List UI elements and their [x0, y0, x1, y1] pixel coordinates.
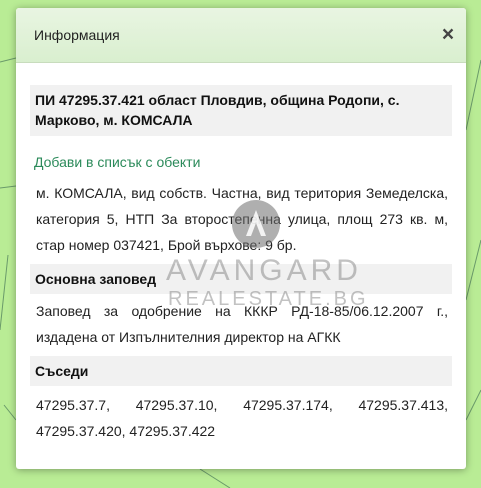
- parcel-heading: ПИ 47295.37.421 област Пловдив, община Р…: [30, 85, 452, 136]
- parcel-details: м. КОМСАЛА, вид собств. Частна, вид тери…: [36, 185, 448, 253]
- close-icon[interactable]: ×: [438, 24, 458, 46]
- order-heading: Основна заповед: [30, 264, 452, 294]
- dialog-title: Информация: [34, 27, 120, 43]
- neighbors-heading: Съседи: [30, 356, 452, 386]
- neighbors-list: 47295.37.7, 47295.37.10, 47295.37.174, 4…: [36, 397, 448, 439]
- info-dialog: Информация × ПИ 47295.37.421 област Плов…: [16, 8, 466, 469]
- add-to-list-link[interactable]: Добави в списък с обекти: [34, 154, 452, 170]
- dialog-header: Информация ×: [16, 8, 466, 63]
- dialog-body: ПИ 47295.37.421 област Пловдив, община Р…: [16, 63, 466, 444]
- order-text: Заповед за одобрение на КККР РД-18-85/06…: [36, 303, 448, 345]
